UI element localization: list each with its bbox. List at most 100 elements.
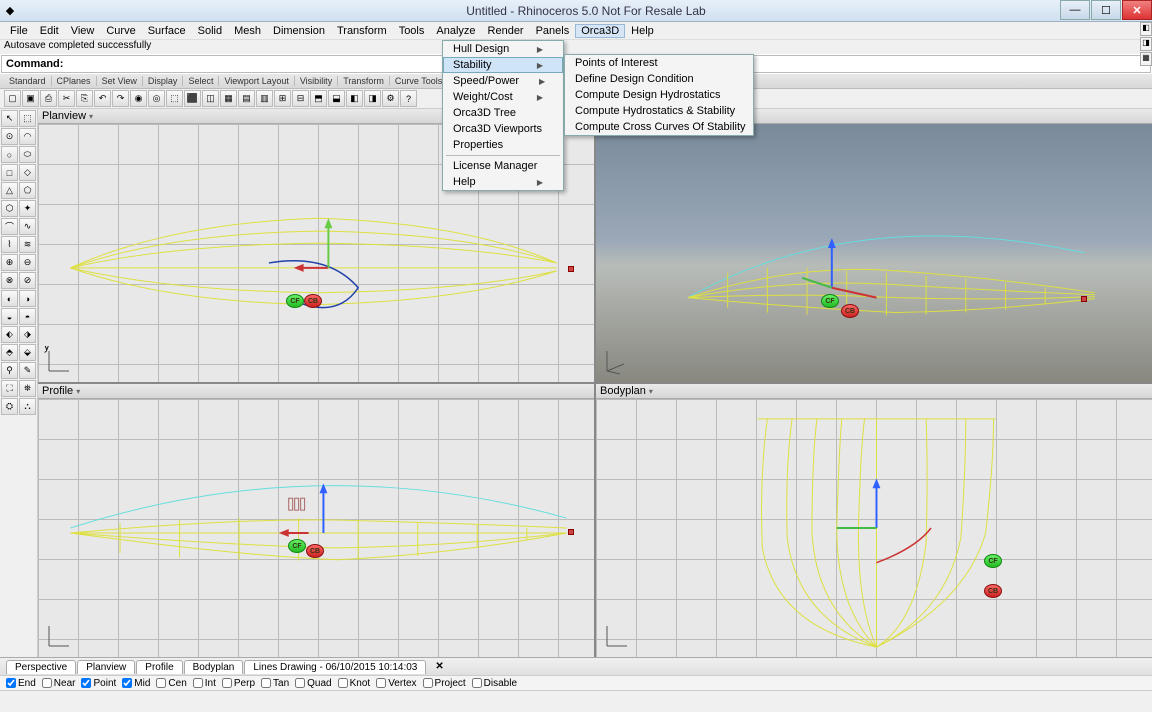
viewport-title[interactable]: Profile▾ <box>38 384 594 399</box>
toolbar-button-15[interactable]: ⊞ <box>274 90 291 107</box>
menu-item-hull-design[interactable]: Hull Design▶ <box>443 41 563 57</box>
menu-file[interactable]: File <box>4 24 34 38</box>
tool-15[interactable]: ≋ <box>19 236 36 253</box>
tooltab-set-view[interactable]: Set View <box>97 76 143 86</box>
menu-edit[interactable]: Edit <box>34 24 65 38</box>
viewport-profile[interactable]: Profile▾ <box>38 384 594 657</box>
menu-analyze[interactable]: Analyze <box>430 24 481 38</box>
tool-10[interactable]: ⬡ <box>1 200 18 217</box>
tool-1[interactable]: ⬚ <box>19 110 36 127</box>
menu-item-license-manager[interactable]: License Manager <box>443 158 563 174</box>
tool-31[interactable]: ⛯ <box>19 380 36 397</box>
submenu-item-compute-cross-curves-of-stability[interactable]: Compute Cross Curves Of Stability <box>565 119 753 135</box>
menu-item-speed-power[interactable]: Speed/Power▶ <box>443 73 563 89</box>
osnap-mid[interactable]: Mid <box>122 678 150 689</box>
tool-3[interactable]: ◠ <box>19 128 36 145</box>
osnap-perp[interactable]: Perp <box>222 678 255 689</box>
osnap-point[interactable]: Point <box>81 678 116 689</box>
tool-13[interactable]: ∿ <box>19 218 36 235</box>
tool-16[interactable]: ⊕ <box>1 254 18 271</box>
menu-orca3d[interactable]: Orca3D <box>575 24 625 38</box>
toolbar-button-6[interactable]: ↷ <box>112 90 129 107</box>
tool-27[interactable]: ⬙ <box>19 344 36 361</box>
toolbar-button-18[interactable]: ⬓ <box>328 90 345 107</box>
tool-32[interactable]: ⛭ <box>1 398 18 415</box>
submenu-item-define-design-condition[interactable]: Define Design Condition <box>565 71 753 87</box>
viewtab-lines[interactable]: Lines Drawing - 06/10/2015 10:14:03 <box>244 660 426 674</box>
menu-solid[interactable]: Solid <box>192 24 228 38</box>
menu-render[interactable]: Render <box>482 24 530 38</box>
submenu-item-compute-hydrostatics---stability[interactable]: Compute Hydrostatics & Stability <box>565 103 753 119</box>
control-point[interactable] <box>1081 296 1087 302</box>
toolbar-button-0[interactable]: ▢ <box>4 90 21 107</box>
menu-dimension[interactable]: Dimension <box>267 24 331 38</box>
osnap-disable[interactable]: Disable <box>472 678 517 689</box>
viewport-bodyplan[interactable]: Bodyplan▾ <box>596 384 1152 657</box>
viewtab-perspective[interactable]: Perspective <box>6 660 76 674</box>
toolbar-button-16[interactable]: ⊟ <box>292 90 309 107</box>
osnap-end[interactable]: End <box>6 678 36 689</box>
toolbar-button-11[interactable]: ◫ <box>202 90 219 107</box>
tool-25[interactable]: ⬗ <box>19 326 36 343</box>
tool-22[interactable]: ◒ <box>1 308 18 325</box>
toolbar-button-17[interactable]: ⬒ <box>310 90 327 107</box>
menu-surface[interactable]: Surface <box>142 24 192 38</box>
toolbar-button-3[interactable]: ✂ <box>58 90 75 107</box>
tool-28[interactable]: ⚲ <box>1 362 18 379</box>
viewport-title[interactable]: Bodyplan▾ <box>596 384 1152 399</box>
tooltab-visibility[interactable]: Visibility <box>295 76 338 86</box>
viewport-perspective[interactable]: CF CB <box>596 109 1152 382</box>
tooltab-transform[interactable]: Transform <box>338 76 390 86</box>
toolbar-button-5[interactable]: ↶ <box>94 90 111 107</box>
toolbar-button-7[interactable]: ◉ <box>130 90 147 107</box>
tool-24[interactable]: ⬖ <box>1 326 18 343</box>
osnap-near[interactable]: Near <box>42 678 76 689</box>
submenu-item-points-of-interest[interactable]: Points of Interest <box>565 55 753 71</box>
menu-item-orca3d-tree[interactable]: Orca3D Tree <box>443 105 563 121</box>
menu-panels[interactable]: Panels <box>530 24 576 38</box>
toolbar-button-20[interactable]: ◨ <box>364 90 381 107</box>
viewport-canvas[interactable]: CF CB <box>596 124 1152 382</box>
maximize-button[interactable]: ☐ <box>1091 0 1121 20</box>
tool-29[interactable]: ✎ <box>19 362 36 379</box>
side-tab-2[interactable]: ◨ <box>1140 37 1152 51</box>
tool-7[interactable]: ◇ <box>19 164 36 181</box>
tool-23[interactable]: ◓ <box>19 308 36 325</box>
osnap-vertex[interactable]: Vertex <box>376 678 416 689</box>
tool-19[interactable]: ⊘ <box>19 272 36 289</box>
toolbar-button-4[interactable]: ⎘ <box>76 90 93 107</box>
tool-2[interactable]: ⊙ <box>1 128 18 145</box>
tool-26[interactable]: ⬘ <box>1 344 18 361</box>
tool-12[interactable]: ⌒ <box>1 218 18 235</box>
chevron-down-icon[interactable]: ▾ <box>649 387 653 396</box>
tool-0[interactable]: ↖ <box>1 110 18 127</box>
toolbar-button-13[interactable]: ▤ <box>238 90 255 107</box>
menu-item-orca3d-viewports[interactable]: Orca3D Viewports <box>443 121 563 137</box>
menu-view[interactable]: View <box>65 24 101 38</box>
tooltab-viewport-layout[interactable]: Viewport Layout <box>219 76 294 86</box>
tool-33[interactable]: ⛬ <box>19 398 36 415</box>
close-button[interactable]: ✕ <box>1122 0 1152 20</box>
tool-20[interactable]: ◐ <box>1 290 18 307</box>
tooltab-standard[interactable]: Standard <box>4 76 52 86</box>
chevron-down-icon[interactable]: ▾ <box>89 112 93 121</box>
minimize-button[interactable]: — <box>1060 0 1090 20</box>
tool-18[interactable]: ⊗ <box>1 272 18 289</box>
toolbar-button-19[interactable]: ◧ <box>346 90 363 107</box>
tool-5[interactable]: ⬭ <box>19 146 36 163</box>
menu-item-stability[interactable]: Stability▶ <box>443 57 563 73</box>
viewtab-planview[interactable]: Planview <box>77 660 135 674</box>
toolbar-button-12[interactable]: ▦ <box>220 90 237 107</box>
viewtab-bodyplan[interactable]: Bodyplan <box>184 660 244 674</box>
viewport-canvas[interactable]: CF CB <box>596 399 1152 657</box>
toolbar-button-22[interactable]: ? <box>400 90 417 107</box>
toolbar-button-10[interactable]: ⬛ <box>184 90 201 107</box>
tool-14[interactable]: ⌇ <box>1 236 18 253</box>
osnap-project[interactable]: Project <box>423 678 466 689</box>
tooltab-cplanes[interactable]: CPlanes <box>52 76 97 86</box>
tool-30[interactable]: ⛶ <box>1 380 18 397</box>
side-tab-1[interactable]: ◧ <box>1140 22 1152 36</box>
viewport-canvas[interactable]: CF CB <box>38 399 594 657</box>
menu-tools[interactable]: Tools <box>393 24 431 38</box>
menu-mesh[interactable]: Mesh <box>228 24 267 38</box>
